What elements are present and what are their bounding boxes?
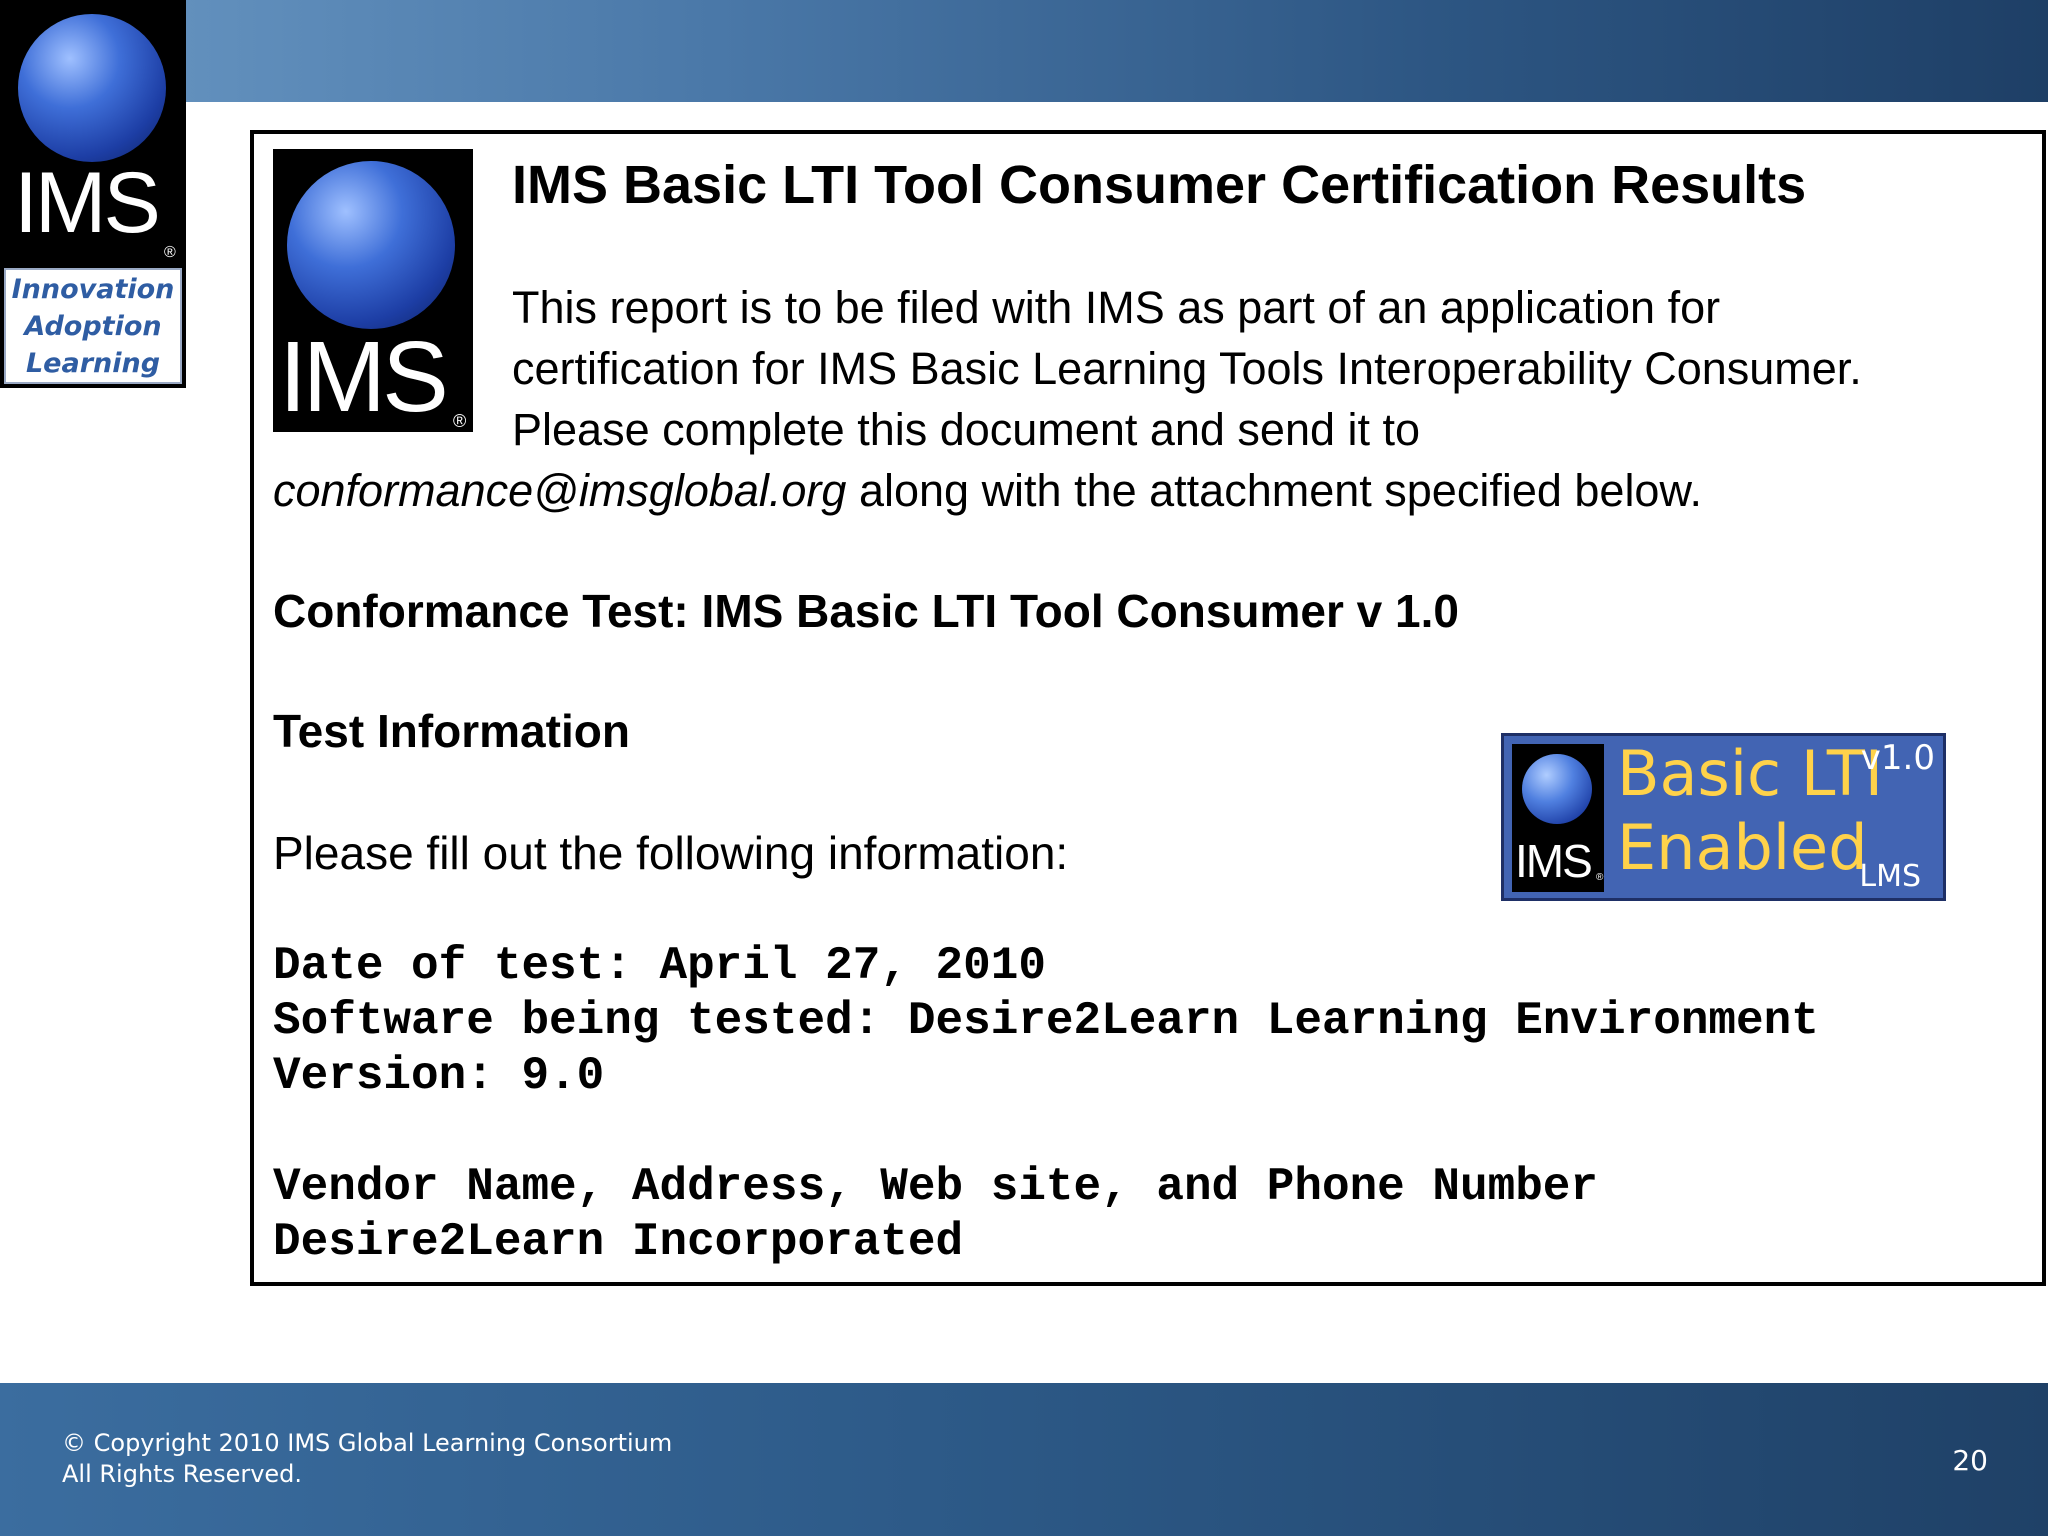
software-tested-field: Software being tested: Desire2Learn Lear… — [273, 995, 1819, 1047]
intro-line-4: conformance@imsglobal.org along with the… — [273, 465, 1702, 517]
globe-icon — [287, 161, 455, 329]
badge-ims-wordmark: IMS — [1515, 835, 1593, 887]
copyright-line-1: © Copyright 2010 IMS Global Learning Con… — [62, 1429, 673, 1457]
intro-line-2: certification for IMS Basic Learning Too… — [512, 343, 1862, 394]
copyright-line-2: All Rights Reserved. — [62, 1460, 303, 1488]
conformance-test-heading: Conformance Test: IMS Basic LTI Tool Con… — [273, 585, 1459, 637]
date-of-test-field: Date of test: April 27, 2010 — [273, 940, 1046, 992]
version-field: Version: 9.0 — [273, 1050, 605, 1102]
document-logo-wordmark: IMS — [279, 321, 449, 433]
badge-title-line-2: Enabled — [1617, 811, 1868, 884]
intro-line-3: Please complete this document and send i… — [512, 404, 1421, 455]
intro-line-1: This report is to be filed with IMS as p… — [512, 282, 1721, 333]
test-information-heading: Test Information — [273, 705, 630, 757]
copyright-notice: © Copyright 2010 IMS Global Learning Con… — [62, 1428, 672, 1490]
ims-corner-logo: IMS ® Innovation Adoption Learning — [0, 0, 186, 388]
globe-icon — [1522, 754, 1592, 824]
header-banner — [0, 0, 2048, 102]
registered-mark: ® — [453, 411, 467, 431]
badge-type: LMS — [1859, 859, 1921, 894]
tagline-learning: Learning — [25, 347, 161, 379]
globe-icon — [18, 14, 166, 162]
corner-logo-wordmark: IMS — [14, 155, 161, 251]
email-link[interactable]: conformance@imsglobal.org — [273, 465, 846, 516]
tagline-adoption: Adoption — [24, 310, 162, 342]
badge-ims-logo: IMS ® — [1512, 744, 1604, 892]
fill-out-prompt: Please fill out the following informatio… — [273, 827, 1069, 879]
document-title: IMS Basic LTI Tool Consumer Certificatio… — [512, 155, 1807, 215]
intro-line-4-rest: along with the attachment specified belo… — [846, 465, 1702, 516]
document-ims-logo: IMS ® — [273, 149, 473, 432]
vendor-label: Vendor Name, Address, Web site, and Phon… — [273, 1161, 1599, 1213]
logo-tagline: Innovation Adoption Learning — [4, 268, 182, 384]
tagline-innovation: Innovation — [11, 273, 175, 305]
page-number: 20 — [1952, 1444, 1988, 1477]
registered-mark: ® — [1596, 872, 1604, 883]
basic-lti-enabled-badge: IMS ® Basic LTI Enabled v1.0 LMS — [1501, 733, 1946, 901]
badge-title-line-1: Basic LTI — [1617, 737, 1884, 810]
vendor-value: Desire2Learn Incorporated — [273, 1216, 964, 1268]
registered-mark: ® — [164, 244, 176, 261]
badge-version: v1.0 — [1860, 738, 1935, 778]
